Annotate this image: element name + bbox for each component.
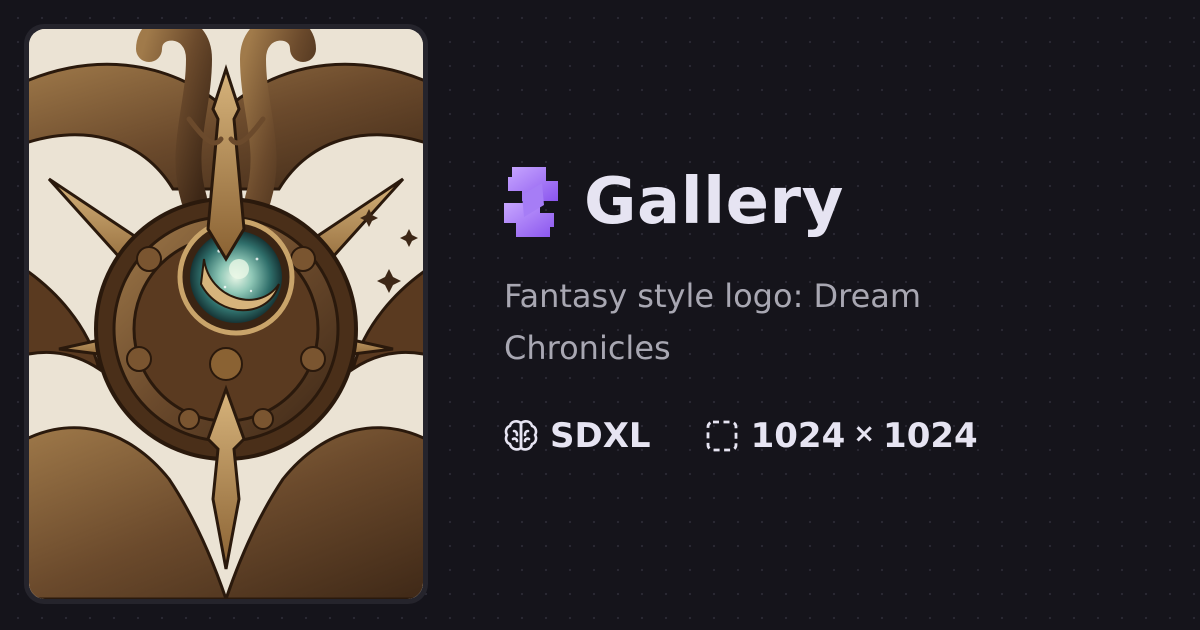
brain-icon <box>504 420 538 451</box>
prompt-text: Fantasy style logo: Dream Chronicles <box>504 277 922 367</box>
size-info: 1024 × 1024 <box>703 417 978 455</box>
title-row: Gallery <box>502 160 844 244</box>
image-card[interactable] <box>24 24 428 604</box>
times-symbol: × <box>853 419 876 449</box>
page: Gallery Fantasy style logo: Dream Chroni… <box>0 0 1200 630</box>
fantasy-logo-artwork <box>29 29 423 599</box>
model-info: SDXL <box>502 417 651 455</box>
dashed-frame-icon <box>706 420 737 452</box>
model-name: SDXL <box>550 416 651 456</box>
page-title: Gallery <box>584 165 844 239</box>
image-width: 1024 <box>750 416 846 456</box>
image-height: 1024 <box>883 416 978 456</box>
meta-row: SDXL 1024 × 1024 <box>502 412 1030 460</box>
invoke-logo-icon <box>504 167 558 237</box>
generated-image[interactable] <box>29 29 423 599</box>
